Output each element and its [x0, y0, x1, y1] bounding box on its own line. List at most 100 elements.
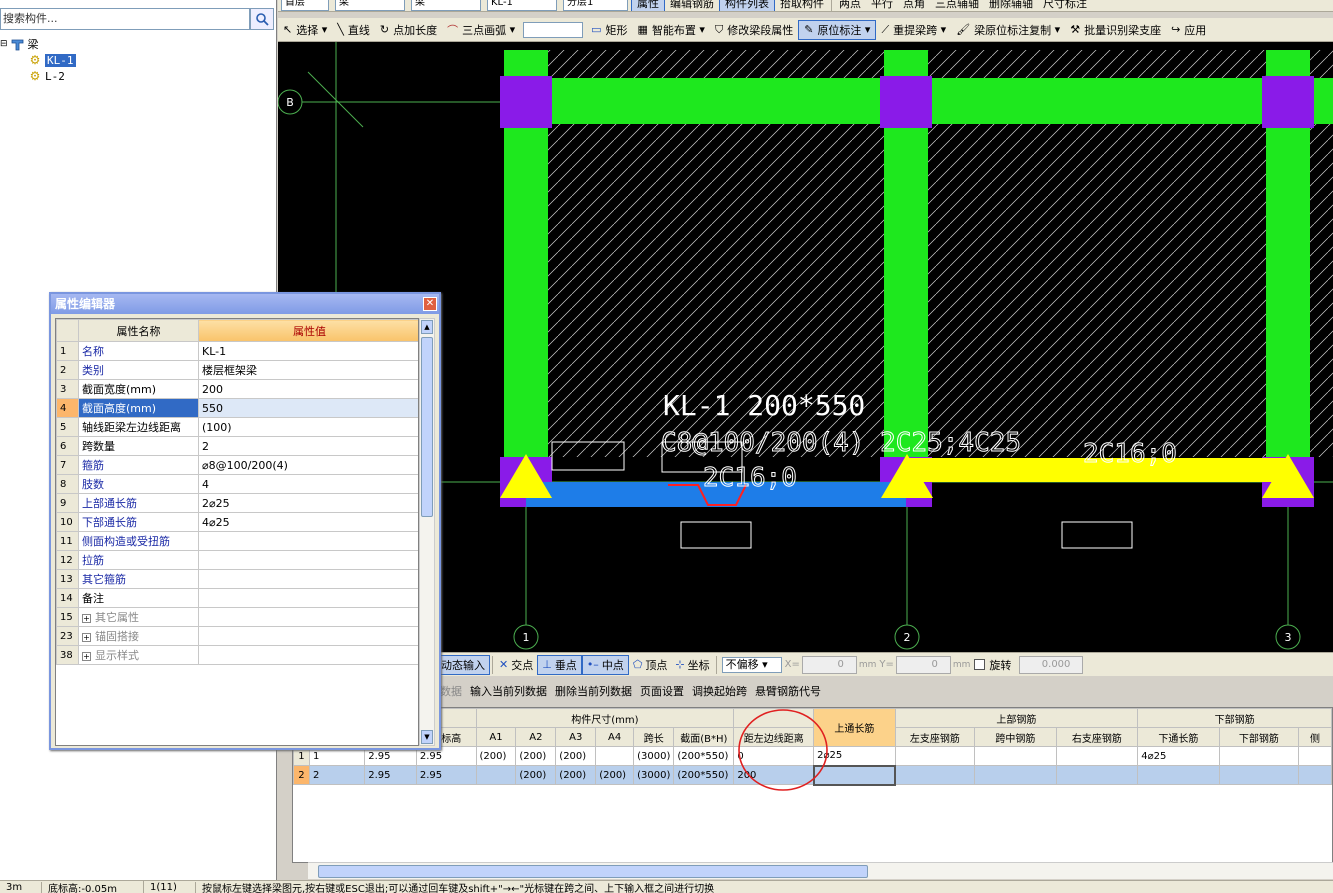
property-value[interactable]: KL-1	[198, 341, 418, 361]
cell-side[interactable]	[1298, 765, 1332, 785]
cell-mid-span[interactable]	[974, 746, 1057, 766]
property-row[interactable]: 1 名称 KL-1	[56, 341, 418, 361]
snap-vertex-button[interactable]: ⬠ 顶点	[629, 655, 672, 675]
layer-select[interactable]: 分层1	[563, 0, 628, 11]
property-value[interactable]: 2	[198, 436, 418, 456]
y-input[interactable]: 0	[895, 655, 951, 674]
parallel-button[interactable]: 平行	[866, 0, 898, 11]
cell-left-support[interactable]	[894, 765, 976, 785]
x-input[interactable]: 0	[801, 655, 857, 674]
offset-select[interactable]: 不偏移 ▾	[721, 656, 782, 673]
cell-a3[interactable]: (200)	[555, 765, 597, 785]
scroll-thumb[interactable]	[318, 865, 868, 878]
in-situ-label-button[interactable]: ✎ 原位标注 ▾	[798, 19, 877, 40]
cell-span-length[interactable]: (3000)	[633, 746, 675, 766]
property-row[interactable]: 11 侧面构造或受扭筋	[56, 531, 418, 551]
property-vertical-scrollbar[interactable]: ▲ ▼	[419, 318, 435, 746]
header-a4[interactable]: A4	[595, 727, 635, 747]
cell-a4[interactable]	[595, 746, 635, 766]
header-side[interactable]: 侧	[1298, 727, 1332, 747]
dynamic-input-button[interactable]: 动态输入	[436, 654, 490, 675]
header-left-support[interactable]: 左支座钢筋	[894, 727, 976, 747]
menu-delete-column[interactable]: 删除当前列数据	[551, 683, 636, 699]
component-select[interactable]: KL-1	[487, 0, 557, 11]
delete-axis-button[interactable]: 删除辅轴	[984, 0, 1038, 11]
property-editor-dialog[interactable]: 属性编辑器 ✕ 属性名称 属性值 1 名称 KL-1 2 类别 楼层框架梁 3 截面宽度(mm…	[49, 292, 441, 750]
search-button[interactable]	[250, 8, 274, 30]
cell-section[interactable]: (200*550)	[673, 765, 735, 785]
property-value[interactable]	[198, 588, 418, 608]
cell-left-support[interactable]	[894, 746, 976, 766]
line-button[interactable]: ╲ 直线	[332, 20, 375, 40]
tree-item-kl1[interactable]: ⚙ KL-1	[28, 52, 76, 68]
property-value[interactable]	[198, 607, 418, 627]
menu-page-setup[interactable]: 页面设置	[636, 683, 688, 699]
properties-button[interactable]: 属性	[631, 0, 665, 11]
header-right-support[interactable]: 右支座钢筋	[1055, 727, 1139, 747]
scroll-down-icon[interactable]: ▼	[421, 730, 433, 744]
property-value[interactable]	[198, 645, 418, 665]
expand-icon[interactable]: +	[82, 652, 91, 661]
cell-bottom-rebar[interactable]	[1218, 765, 1300, 785]
property-row[interactable]: 4 截面高度(mm) 550	[56, 398, 418, 418]
menu-swap-span[interactable]: 调换起始跨	[688, 683, 751, 699]
property-value[interactable]: 楼层框架梁	[198, 360, 418, 380]
cell-right-support[interactable]	[1055, 765, 1139, 785]
cell-right-support[interactable]	[1055, 746, 1139, 766]
batch-support-button[interactable]: ⚒ 批量识别梁支座	[1065, 20, 1166, 40]
expand-icon[interactable]: +	[82, 633, 91, 642]
tree-root-beam[interactable]: ⊟ 梁	[0, 36, 39, 52]
menu-input-column[interactable]: 输入当前列数据	[466, 683, 551, 699]
rotate-checkbox[interactable]	[974, 659, 986, 670]
cell-a4[interactable]: (200)	[595, 765, 635, 785]
header-span-length[interactable]: 跨长	[633, 727, 675, 747]
property-value[interactable]: 200	[198, 379, 418, 399]
scroll-thumb[interactable]	[421, 337, 433, 517]
two-point-button[interactable]: 两点	[834, 0, 866, 11]
menu-cantilever-code[interactable]: 悬臂钢筋代号	[751, 683, 825, 699]
property-value[interactable]: 4⌀25	[198, 512, 418, 532]
cell-mid-span[interactable]	[974, 765, 1057, 785]
cell-bottom-rebar[interactable]	[1218, 746, 1300, 766]
cell-section[interactable]: (200*550)	[673, 746, 735, 766]
smart-layout-button[interactable]: ▦ 智能布置 ▾	[633, 20, 710, 40]
cell-elev-2[interactable]: 2.95	[415, 765, 477, 785]
arc-option-select[interactable]	[523, 21, 584, 38]
property-value[interactable]	[198, 626, 418, 646]
property-row[interactable]: 23 + 锚固搭接	[56, 626, 418, 646]
property-row[interactable]: 12 拉筋	[56, 550, 418, 570]
property-row[interactable]: 8 肢数 4	[56, 474, 418, 494]
type-select[interactable]: 梁	[335, 0, 405, 11]
cell-bottom-through[interactable]	[1137, 765, 1220, 785]
rectangle-button[interactable]: ▭ 矩形	[586, 20, 632, 40]
property-value[interactable]: 4	[198, 474, 418, 494]
cell-span[interactable]: 2	[308, 765, 366, 785]
scroll-up-icon[interactable]: ▲	[421, 320, 433, 334]
property-row[interactable]: 3 截面宽度(mm) 200	[56, 379, 418, 399]
row-number[interactable]: 2	[293, 765, 310, 785]
property-row[interactable]: 14 备注	[56, 588, 418, 608]
property-value[interactable]: (100)	[198, 417, 418, 437]
select-button[interactable]: ↖ 选择 ▾	[278, 20, 332, 40]
close-button[interactable]: ✕	[423, 297, 437, 311]
tree-item-l2[interactable]: ⚙ L-2	[28, 68, 65, 84]
cell-a3[interactable]: (200)	[555, 746, 597, 766]
re-span-button[interactable]: ⟋ 重提梁跨 ▾	[876, 20, 951, 40]
property-row[interactable]: 7 箍筋 ⌀8@100/200(4)	[56, 455, 418, 475]
point-length-button[interactable]: ↻ 点加长度	[375, 20, 442, 40]
property-row[interactable]: 5 轴线距梁左边线距离 (100)	[56, 417, 418, 437]
component-list-button[interactable]: 构件列表	[719, 0, 775, 11]
cell-elev-1[interactable]: 2.95	[364, 765, 417, 785]
property-value[interactable]	[198, 550, 418, 570]
search-input[interactable]: 搜索构件...	[0, 8, 250, 30]
header-bottom-rebar[interactable]: 下部钢筋	[1218, 727, 1300, 747]
rotate-input[interactable]: 0.000	[1019, 655, 1084, 674]
point-angle-button[interactable]: 点角	[898, 0, 930, 11]
cell-a2[interactable]: (200)	[515, 746, 557, 766]
header-a1[interactable]: A1	[475, 727, 517, 747]
collapse-icon[interactable]: ⊟	[0, 39, 8, 49]
apply-button[interactable]: ↪ 应用	[1166, 20, 1211, 40]
property-value[interactable]	[198, 569, 418, 589]
header-mid-span[interactable]: 跨中钢筋	[974, 727, 1057, 747]
property-value[interactable]: 2⌀25	[198, 493, 418, 513]
